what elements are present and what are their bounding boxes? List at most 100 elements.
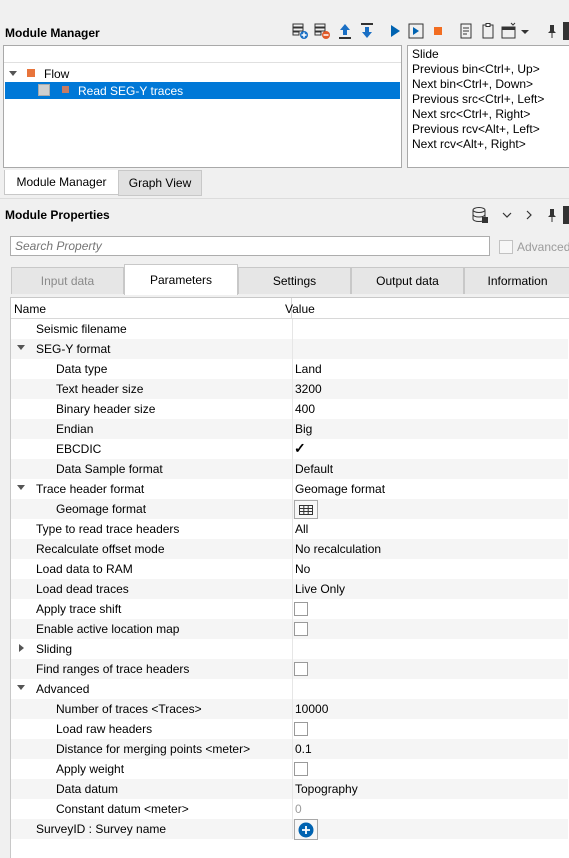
property-row[interactable]: EBCDIC ✓ — [11, 439, 568, 459]
add-module-icon[interactable] — [291, 22, 309, 40]
property-row[interactable]: Enable active location map — [11, 619, 568, 639]
property-value[interactable]: Geomage format — [295, 479, 385, 499]
property-grid[interactable]: Name Value Seismic filename SEG-Y format D… — [10, 297, 569, 858]
property-row[interactable]: Geomage format — [11, 499, 568, 519]
chevron-right-icon[interactable] — [522, 207, 536, 223]
cell-divider — [292, 719, 293, 739]
collapse-arrow-icon[interactable] — [17, 685, 25, 690]
property-row[interactable]: Recalculate offset mode No recalculation — [11, 539, 568, 559]
property-value[interactable]: 0.1 — [295, 739, 312, 759]
property-row[interactable]: Endian Big — [11, 419, 568, 439]
column-value-header[interactable]: Value — [285, 298, 315, 320]
property-name: Advanced — [36, 682, 90, 696]
remove-module-icon[interactable] — [313, 22, 331, 40]
property-row[interactable]: SEG-Y format — [11, 339, 568, 359]
property-row[interactable]: Apply weight — [11, 759, 568, 779]
property-row[interactable]: Seismic filename — [11, 319, 568, 339]
property-checkbox[interactable] — [294, 662, 308, 676]
property-name: Geomage format — [56, 502, 147, 516]
database-icon[interactable] — [471, 206, 489, 224]
flow-tree[interactable]: Flow Read SEG-Y traces — [3, 45, 402, 168]
tab-information[interactable]: Information — [464, 267, 569, 294]
property-name: Apply weight — [56, 762, 125, 776]
window-icon[interactable] — [500, 22, 518, 40]
property-value[interactable]: Land — [295, 359, 322, 379]
document-icon[interactable] — [457, 22, 475, 40]
property-row[interactable]: Find ranges of trace headers — [11, 659, 568, 679]
property-value[interactable]: Live Only — [295, 579, 345, 599]
property-value[interactable]: Big — [295, 419, 312, 439]
cell-divider — [292, 419, 293, 439]
property-row[interactable]: Data datum Topography — [11, 779, 568, 799]
cell-divider — [292, 699, 293, 719]
property-row[interactable]: Advanced — [11, 679, 568, 699]
property-row[interactable]: Data Sample format Default — [11, 459, 568, 479]
property-row[interactable]: Data type Land — [11, 359, 568, 379]
property-row[interactable]: Number of traces <Traces> 10000 — [11, 699, 568, 719]
property-value[interactable]: All — [295, 519, 308, 539]
expand-arrow-icon[interactable] — [19, 644, 24, 652]
property-checkbox[interactable] — [294, 762, 308, 776]
property-name: Binary header size — [56, 402, 156, 416]
run-icon[interactable] — [386, 22, 404, 40]
property-value[interactable]: 0 — [295, 799, 302, 819]
tab-parameters[interactable]: Parameters — [124, 264, 238, 295]
property-value[interactable]: 3200 — [295, 379, 322, 399]
move-down-icon[interactable] — [358, 22, 376, 40]
property-row[interactable]: Load data to RAM No — [11, 559, 568, 579]
property-checkbox[interactable] — [294, 722, 308, 736]
pin-icon[interactable] — [543, 22, 561, 40]
tab-settings[interactable]: Settings — [238, 267, 351, 294]
flow-label: Flow — [44, 67, 70, 81]
property-row[interactable]: Binary header size 400 — [11, 399, 568, 419]
property-row[interactable]: Trace header format Geomage format — [11, 479, 568, 499]
property-row[interactable]: Load raw headers — [11, 719, 568, 739]
property-name: Data type — [56, 362, 108, 376]
cell-divider — [292, 479, 293, 499]
property-value[interactable]: 10000 — [295, 699, 328, 719]
expand-arrow-icon[interactable] — [9, 71, 17, 76]
splitter[interactable] — [0, 198, 569, 199]
property-value[interactable]: No — [295, 559, 310, 579]
module-checkbox[interactable] — [38, 84, 50, 96]
property-row[interactable]: Type to read trace headers All — [11, 519, 568, 539]
property-row[interactable]: SurveyID : Survey name — [11, 819, 568, 840]
add-survey-icon[interactable] — [294, 819, 318, 840]
property-value[interactable]: Default — [295, 459, 333, 479]
collapse-arrow-icon[interactable] — [17, 345, 25, 350]
property-row[interactable]: Sliding — [11, 639, 568, 659]
hint-item: Next bin<Ctrl+, Down> — [412, 77, 534, 91]
property-name: Find ranges of trace headers — [36, 662, 190, 676]
property-value[interactable]: 400 — [295, 399, 315, 419]
tab-output-data[interactable]: Output data — [351, 267, 464, 294]
property-value[interactable]: Topography — [295, 779, 358, 799]
property-value[interactable]: No recalculation — [295, 539, 381, 559]
tree-item-flow[interactable]: Flow — [5, 66, 400, 82]
collapse-arrow-icon[interactable] — [17, 485, 25, 490]
checkmark-icon[interactable]: ✓ — [294, 440, 306, 456]
property-checkbox[interactable] — [294, 622, 308, 636]
property-checkbox[interactable] — [294, 602, 308, 616]
search-input[interactable] — [10, 236, 490, 256]
property-row[interactable]: Load dead traces Live Only — [11, 579, 568, 599]
property-name: Load dead traces — [36, 582, 129, 596]
table-editor-icon[interactable] — [294, 500, 318, 519]
move-up-icon[interactable] — [336, 22, 354, 40]
tab-graph-view[interactable]: Graph View — [118, 170, 202, 196]
property-row[interactable]: Text header size 3200 — [11, 379, 568, 399]
column-name-header[interactable]: Name — [14, 298, 46, 320]
advanced-checkbox[interactable] — [499, 240, 513, 254]
property-row[interactable]: Constant datum <meter> 0 — [11, 799, 568, 819]
run-step-icon[interactable] — [407, 22, 425, 40]
cell-divider — [292, 799, 293, 819]
stop-icon[interactable] — [429, 22, 447, 40]
dropdown-icon[interactable] — [519, 22, 531, 40]
property-row[interactable]: Apply trace shift — [11, 599, 568, 619]
tree-item-module[interactable]: Read SEG-Y traces — [5, 82, 400, 99]
property-row[interactable]: Distance for merging points <meter> 0.1 — [11, 739, 568, 759]
clipboard-icon[interactable] — [479, 22, 497, 40]
tab-module-manager[interactable]: Module Manager — [4, 170, 119, 195]
tab-input-data[interactable]: Input data — [11, 267, 124, 294]
pin-icon[interactable] — [543, 206, 561, 224]
chevron-down-icon[interactable] — [500, 207, 514, 223]
